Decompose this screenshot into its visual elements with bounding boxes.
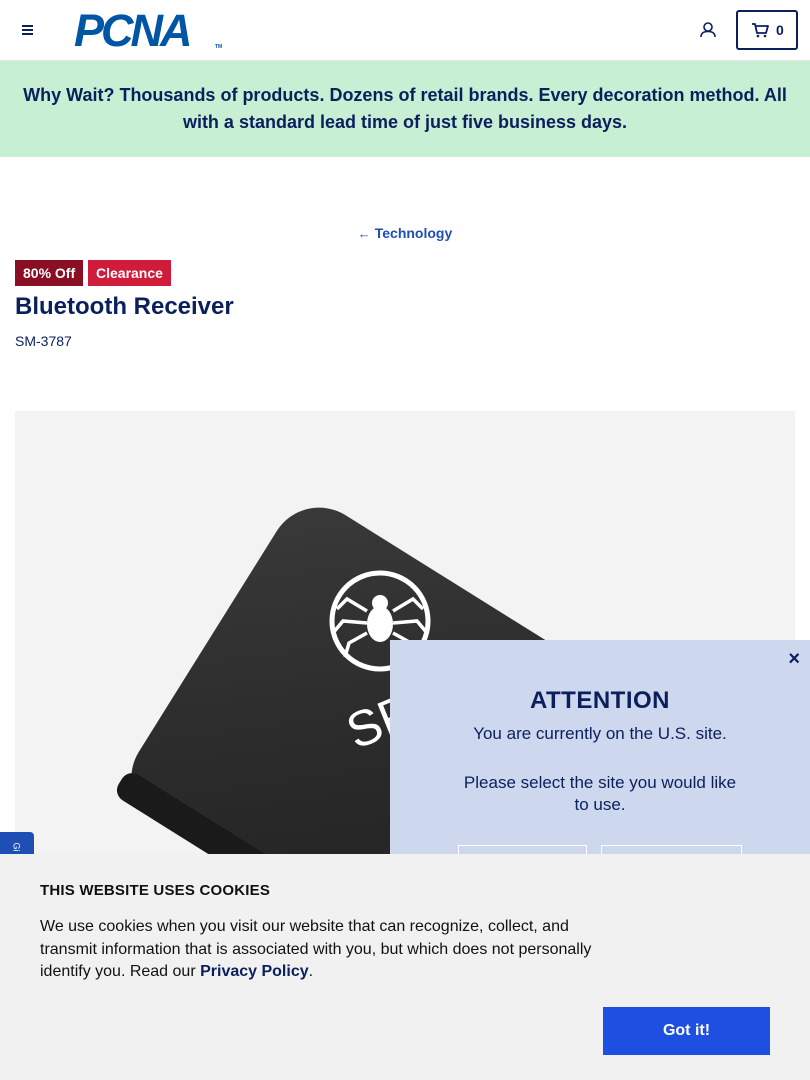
region-select-modal: × ATTENTION You are currently on the U.S… [390,640,810,854]
user-icon[interactable] [697,19,719,41]
side-tab-label: Gi [11,842,22,852]
modal-heading: ATTENTION [529,687,671,714]
product-sku: SM-3787 [15,333,72,349]
accept-cookies-button[interactable]: Got it! [603,1007,770,1055]
site-option-button-1[interactable] [458,845,587,854]
logo-tm-mark: TM [215,44,222,48]
cart-count: 0 [776,22,784,38]
modal-current-site-text: You are currently on the U.S. site. [473,724,727,743]
modal-instruction-text: Please select the site you would like to… [463,773,737,814]
cookie-body: We use cookies when you visit our websit… [40,916,600,984]
breadcrumb-back-link[interactable]: ← Technology [0,225,810,241]
promo-text: Why Wait? Thousands of products. Dozens … [23,85,787,132]
svg-text:TM: TM [215,44,222,48]
discount-badge: 80% Off [15,260,84,286]
privacy-policy-link[interactable]: Privacy Policy [200,963,309,980]
cookie-heading: THIS WEBSITE USES COOKIES [40,882,271,899]
cookie-banner: THIS WEBSITE USES COOKIES We use cookies… [0,854,810,1080]
site-option-button-2[interactable] [601,845,742,854]
clearance-badge: Clearance [88,260,171,286]
product-title: Bluetooth Receiver [15,293,234,320]
logo-wordmark: PCNA [74,5,193,56]
cart-button[interactable]: 0 [736,10,798,50]
arrow-left-icon: ← [357,226,371,241]
cart-icon [752,23,769,38]
cookie-body-end: . [308,963,314,980]
promo-banner: Why Wait? Thousands of products. Dozens … [0,61,810,157]
cookie-body-text: We use cookies when you visit our websit… [40,918,592,980]
breadcrumb-label: Technology [374,225,453,241]
menu-icon[interactable] [18,20,38,40]
site-header: PCNA TM 0 [0,0,810,61]
pcna-logo[interactable]: PCNA TM [74,5,226,56]
close-icon[interactable]: × [788,648,800,671]
